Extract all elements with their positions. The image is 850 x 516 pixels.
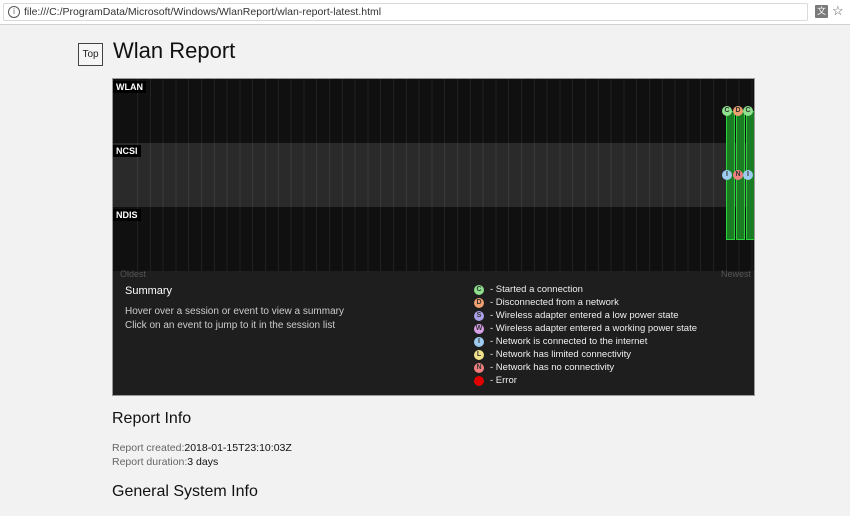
legend-error-icon (474, 376, 484, 386)
browser-address-bar: i file:///C:/ProgramData/Microsoft/Windo… (0, 0, 850, 25)
report-duration-row: Report duration:3 days (112, 456, 218, 468)
legend-text: - Network has no connectivity (490, 362, 615, 373)
url-text[interactable]: file:///C:/ProgramData/Microsoft/Windows… (24, 6, 381, 18)
band-label-ndis: NDIS (113, 209, 141, 221)
band-label-ncsi: NCSI (113, 145, 141, 157)
event-internet[interactable]: I (743, 170, 753, 180)
legend-text: - Network is connected to the internet (490, 336, 648, 347)
legend-text: - Network has limited connectivity (490, 349, 631, 360)
legend-working-power-icon: W (474, 324, 484, 334)
report-duration-value: 3 days (187, 456, 219, 468)
url-field[interactable]: i file:///C:/ProgramData/Microsoft/Windo… (3, 3, 808, 21)
legend-limited-icon: L (474, 350, 484, 360)
legend-connect-icon: C (474, 285, 484, 295)
wlan-timeline-panel: WLAN NCSI NDIS C D C I N I Oldest Newest… (112, 78, 755, 396)
timeline-grid (137, 79, 754, 271)
legend-internet-icon: I (474, 337, 484, 347)
event-connect[interactable]: C (743, 106, 753, 116)
summary-hint-line: Click on an event to jump to it in the s… (125, 320, 336, 331)
report-duration-label: Report duration: (112, 456, 188, 468)
page-title: Wlan Report (113, 38, 236, 63)
legend-no-connectivity-icon: N (474, 363, 484, 373)
legend-disconnect-icon: D (474, 298, 484, 308)
summary-hint-line: Hover over a session or event to view a … (125, 306, 344, 317)
event-connect[interactable]: C (722, 106, 732, 116)
event-internet[interactable]: I (722, 170, 732, 180)
band-label-wlan: WLAN (113, 81, 146, 93)
report-created-label: Report created: (112, 442, 185, 454)
legend-text: - Error (490, 375, 517, 386)
report-created-row: Report created:2018-01-15T23:10:03Z (112, 442, 292, 454)
report-info-heading: Report Info (112, 410, 192, 427)
summary-title: Summary (125, 285, 173, 297)
translate-icon[interactable]: 文 (815, 5, 828, 18)
axis-oldest-label: Oldest (120, 269, 147, 279)
legend-low-power-icon: S (474, 311, 484, 321)
legend-text: - Wireless adapter entered a working pow… (490, 323, 697, 334)
top-button[interactable]: Top (78, 43, 103, 66)
general-system-info-heading: General System Info (112, 483, 258, 500)
axis-newest-label: Newest (721, 269, 752, 279)
bookmark-star-icon[interactable]: ☆ (832, 3, 844, 19)
report-created-value: 2018-01-15T23:10:03Z (184, 442, 292, 454)
legend-text: - Started a connection (490, 284, 583, 295)
event-disconnect[interactable]: D (733, 106, 743, 116)
legend-text: - Wireless adapter entered a low power s… (490, 310, 679, 321)
event-no-connectivity[interactable]: N (733, 170, 743, 180)
legend-text: - Disconnected from a network (490, 297, 619, 308)
info-icon[interactable]: i (8, 6, 20, 18)
